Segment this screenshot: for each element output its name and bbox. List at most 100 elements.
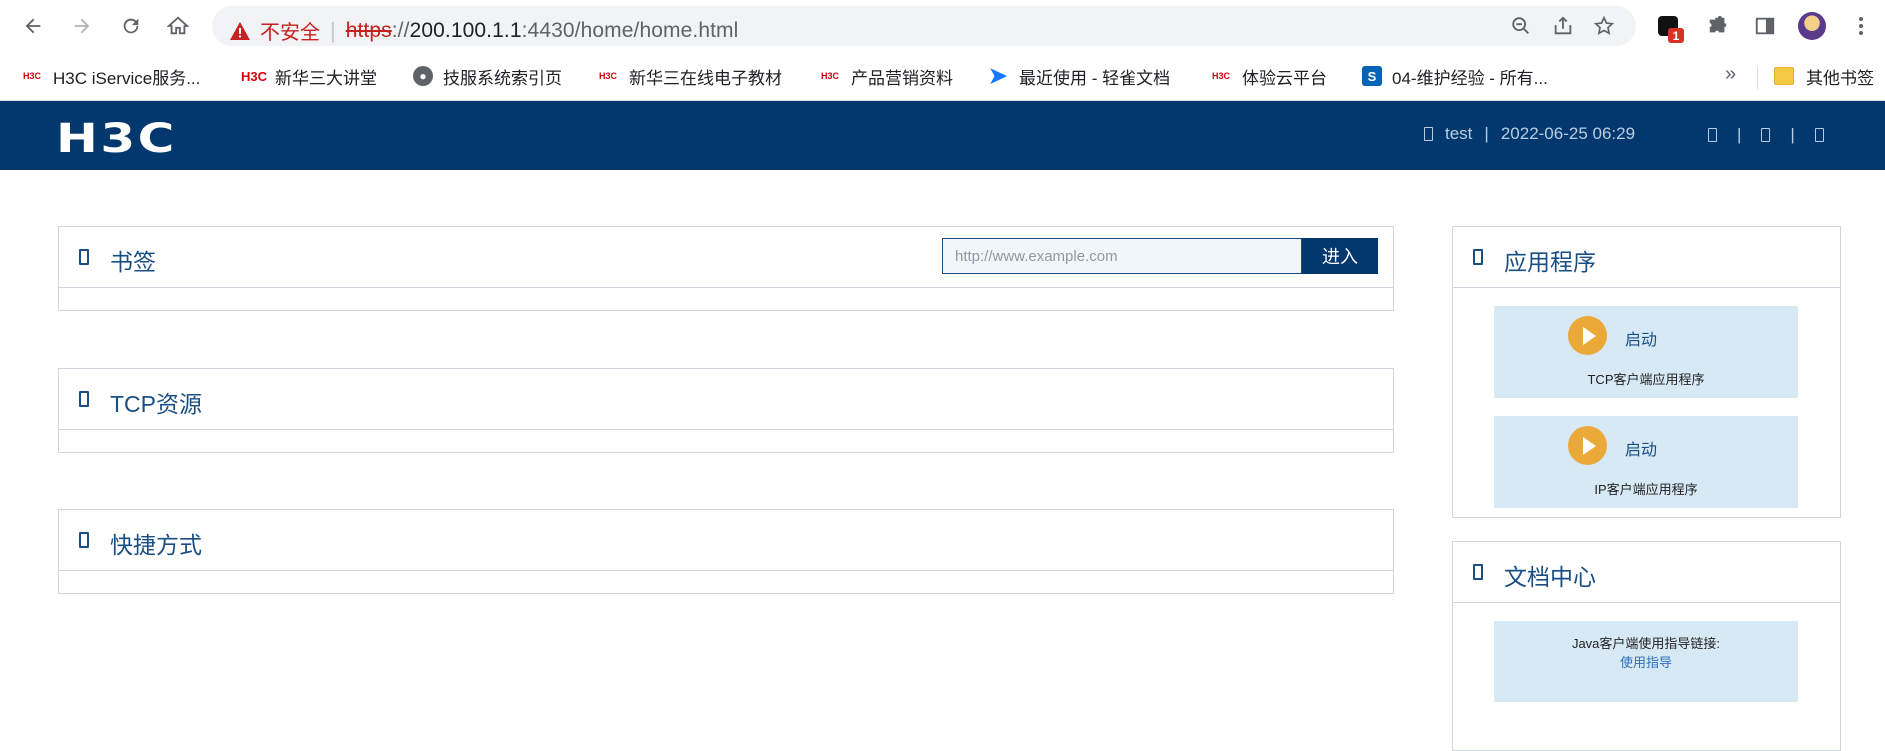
bookmark-item[interactable]: H3C 新华三在线电子教材 bbox=[597, 63, 782, 89]
bookmark-label: H3C iService服务... bbox=[53, 68, 201, 88]
url-text[interactable]: https://200.100.1.1:4430/home/home.html bbox=[346, 19, 739, 43]
back-button[interactable] bbox=[18, 11, 48, 41]
menu-button[interactable] bbox=[1845, 10, 1877, 42]
security-separator: | bbox=[330, 17, 336, 43]
bookmark-item[interactable]: H3C 产品营销资料 bbox=[819, 63, 953, 89]
app-header: H3C test | 2022-06-25 06:29 | | bbox=[0, 101, 1885, 170]
extension-button[interactable]: 1 bbox=[1652, 10, 1684, 43]
puzzle-icon bbox=[1709, 15, 1727, 33]
url-scheme: https bbox=[345, 18, 392, 42]
url-path: :4430/home/home.html bbox=[521, 18, 739, 42]
home-button[interactable] bbox=[163, 11, 193, 41]
document-center-title: 文档中心 bbox=[1504, 564, 1596, 590]
kebab-menu-icon bbox=[1859, 17, 1863, 35]
tcp-panel-header: TCP资源 bbox=[59, 369, 1393, 430]
other-bookmarks-label: 其他书签 bbox=[1806, 68, 1874, 88]
bookmark-item[interactable]: H3C 体验云平台 bbox=[1210, 63, 1327, 89]
profile-button[interactable] bbox=[1796, 10, 1828, 42]
doc-description: Java客户端使用指导链接: bbox=[1571, 636, 1721, 651]
share-icon bbox=[1554, 16, 1572, 35]
share-button[interactable] bbox=[1549, 12, 1577, 40]
h3c-icon: H3C bbox=[22, 71, 41, 81]
home-icon bbox=[167, 16, 189, 35]
user-guide-link[interactable]: 使用指导 bbox=[1494, 652, 1798, 671]
bookmark-item[interactable]: S 04-维护经验 - 所有... bbox=[1362, 63, 1548, 89]
bookmark-panel: 书签 进入 bbox=[58, 226, 1394, 311]
bookmarks-overflow-button[interactable]: » bbox=[1725, 63, 1736, 86]
help-icon[interactable] bbox=[1761, 128, 1771, 142]
address-bar[interactable]: 不安全 | https://200.100.1.1:4430/home/home… bbox=[212, 6, 1636, 46]
header-actions: | | bbox=[1708, 125, 1824, 145]
shortcut-panel-title: 快捷方式 bbox=[110, 532, 202, 558]
h3c-icon: H3C bbox=[241, 68, 268, 84]
reload-button[interactable] bbox=[116, 11, 146, 41]
other-bookmarks-folder[interactable]: 其他书签 bbox=[1774, 63, 1874, 89]
tcp-icon bbox=[79, 391, 89, 407]
browser-toolbar: 不安全 | https://200.100.1.1:4430/home/home… bbox=[0, 0, 1885, 53]
side-panel-button[interactable] bbox=[1749, 10, 1781, 42]
app-name: TCP客户端应用程序 bbox=[1587, 372, 1705, 387]
zoom-button[interactable] bbox=[1507, 12, 1535, 40]
shortcut-panel: 快捷方式 bbox=[58, 509, 1394, 594]
url-scheme-sep: :// bbox=[391, 18, 410, 42]
bookmark-item[interactable]: ● 技服系统索引页 bbox=[413, 63, 562, 89]
document-center-panel: 文档中心 Java客户端使用指导链接: 使用指导 bbox=[1452, 541, 1841, 751]
bookmark-item[interactable]: H3C 新华三大讲堂 bbox=[241, 63, 377, 89]
extension-badge: 1 bbox=[1668, 28, 1684, 43]
bookmark-icon bbox=[79, 249, 89, 265]
bookmark-label: 04-维护经验 - 所有... bbox=[1392, 68, 1548, 88]
app-card-ip: 启动 IP客户端应用程序 bbox=[1494, 416, 1798, 508]
bookmarks-divider bbox=[1757, 67, 1758, 89]
zoom-out-icon bbox=[1512, 17, 1529, 34]
launch-button[interactable]: 启动 bbox=[1625, 326, 1657, 350]
forward-arrow-icon bbox=[74, 18, 90, 34]
h3c-icon: H3C bbox=[598, 71, 617, 81]
settings-icon[interactable] bbox=[1708, 128, 1717, 142]
document-icon bbox=[1473, 564, 1483, 580]
url-host: 200.100.1.1 bbox=[409, 18, 522, 42]
bookmark-label: 技服系统索引页 bbox=[443, 68, 562, 88]
sharepoint-icon: S bbox=[1362, 66, 1382, 86]
bookmark-url-input[interactable] bbox=[942, 238, 1302, 274]
tcp-resource-panel: TCP资源 bbox=[58, 368, 1394, 453]
side-panel-icon bbox=[1755, 17, 1775, 35]
document-center-header: 文档中心 bbox=[1453, 542, 1840, 603]
h3c-logo: H3C bbox=[56, 116, 177, 162]
tcp-panel-title: TCP资源 bbox=[110, 391, 202, 417]
shortcut-panel-header: 快捷方式 bbox=[59, 510, 1393, 571]
bookmark-label: 新华三在线电子教材 bbox=[629, 68, 782, 88]
feather-icon: ➤ bbox=[988, 63, 1008, 88]
app-card-tcp: 启动 TCP客户端应用程序 bbox=[1494, 306, 1798, 398]
logout-icon[interactable] bbox=[1814, 128, 1824, 142]
back-arrow-icon bbox=[25, 18, 41, 34]
h3c-icon: H3C bbox=[820, 71, 839, 81]
h3c-icon: H3C bbox=[1211, 71, 1230, 81]
bookmark-item[interactable]: ➤ 最近使用 - 轻雀文档 bbox=[987, 63, 1170, 89]
extensions-button[interactable] bbox=[1702, 10, 1734, 42]
app-name: IP客户端应用程序 bbox=[1594, 482, 1698, 497]
bookmarks-bar: H3C H3C iService服务... H3C 新华三大讲堂 ● 技服系统索… bbox=[0, 53, 1885, 101]
applications-panel-title: 应用程序 bbox=[1504, 249, 1596, 275]
avatar-icon bbox=[1798, 12, 1826, 40]
bookmark-item[interactable]: H3C H3C iService服务... bbox=[21, 63, 200, 89]
bookmark-panel-title: 书签 bbox=[110, 249, 156, 275]
security-indicator[interactable]: 不安全 | https://200.100.1.1:4430/home/home… bbox=[230, 16, 738, 45]
header-action-separator: | bbox=[1790, 125, 1795, 144]
bookmark-star-button[interactable] bbox=[1590, 12, 1618, 40]
bookmark-label: 新华三大讲堂 bbox=[275, 68, 377, 88]
bookmark-label: 最近使用 - 轻雀文档 bbox=[1019, 68, 1171, 88]
bookmark-label: 产品营销资料 bbox=[851, 68, 953, 88]
user-info: test | 2022-06-25 06:29 bbox=[1424, 124, 1635, 144]
play-icon[interactable] bbox=[1568, 316, 1607, 355]
forward-button[interactable] bbox=[67, 11, 97, 41]
bookmark-panel-header: 书签 进入 bbox=[59, 227, 1393, 288]
play-icon[interactable] bbox=[1568, 426, 1607, 465]
globe-icon: ● bbox=[413, 66, 433, 86]
folder-icon bbox=[1774, 67, 1794, 85]
enter-button[interactable]: 进入 bbox=[1302, 238, 1378, 274]
username: test bbox=[1445, 124, 1473, 143]
header-separator: | bbox=[1484, 124, 1489, 143]
security-label: 不安全 bbox=[260, 22, 320, 44]
reload-icon bbox=[123, 18, 139, 34]
launch-button[interactable]: 启动 bbox=[1625, 436, 1657, 460]
